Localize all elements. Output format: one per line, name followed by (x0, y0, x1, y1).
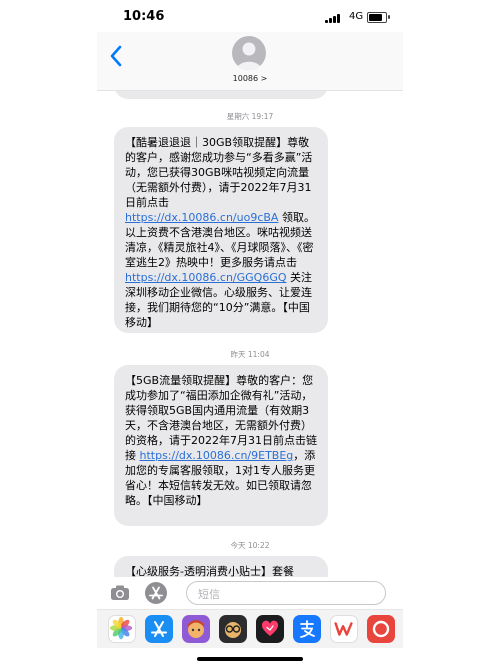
contact-name[interactable]: 10086 > (97, 74, 403, 83)
message-bubble[interactable]: 【5GB流量领取提醒】尊敬的客户：您成功参加了“福田添加企微有礼”活动，获得领取… (114, 365, 328, 526)
message-link[interactable]: https://dx.10086.cn/GGQ6GQ (125, 271, 287, 284)
network-type: 4G (349, 11, 364, 22)
timestamp: 昨天 11:04 (230, 350, 270, 359)
previous-message-bubble[interactable] (114, 91, 328, 99)
message-bubble[interactable]: 【酷暑退退退｜30GB领取提醒】尊敬的客户，感谢您成功参与“多看多赢”活动，您已… (114, 127, 328, 333)
battery-icon (367, 12, 387, 23)
message-link[interactable]: https://dx.10086.cn/9ETBEg (140, 449, 294, 462)
message-bubble[interactable]: 【心级服务-透明消费小贴士】套餐 (114, 556, 328, 577)
alipay-icon[interactable] (293, 615, 321, 643)
status-bar: 10:46 4G (97, 0, 403, 32)
message-input-placeholder: 短信 (198, 588, 220, 601)
signal-icon (325, 13, 343, 23)
app-store-icon[interactable] (145, 615, 173, 643)
photos-icon[interactable] (108, 615, 136, 643)
conversation-header: 10086 > (97, 32, 403, 91)
contact-avatar-icon[interactable] (232, 36, 266, 70)
message-input[interactable]: 短信 (186, 581, 386, 605)
back-chevron-icon[interactable] (107, 44, 127, 68)
imessage-app-drawer (97, 609, 403, 648)
home-indicator (197, 657, 303, 661)
memoji-icon[interactable] (182, 615, 210, 643)
app-store-button-icon[interactable] (145, 582, 167, 604)
message-text: 【酷暑退退退｜30GB领取提醒】尊敬的客户，感谢您成功参与“多看多赢”活动，您已… (125, 136, 313, 209)
messages-screen: 10:46 4G 10086 > 星期六 19:17 【酷暑退退退｜30GB领取… (97, 0, 403, 667)
message-link[interactable]: https://dx.10086.cn/uo9cBA (125, 211, 278, 224)
camera-icon[interactable] (110, 584, 130, 601)
battery-level (369, 14, 382, 21)
status-time: 10:46 (123, 9, 165, 24)
message-text: 【心级服务-透明消费小贴士】套餐 (125, 565, 294, 577)
red-app-icon[interactable] (367, 615, 395, 643)
timestamp: 星期六 19:17 (226, 112, 274, 121)
timestamp: 今天 10:22 (230, 541, 270, 550)
battery-cap (388, 15, 390, 19)
message-composer: 短信 (97, 577, 403, 609)
digital-touch-icon[interactable] (256, 615, 284, 643)
wps-icon[interactable] (330, 615, 358, 643)
memoji-glasses-icon[interactable] (219, 615, 247, 643)
message-list[interactable]: 星期六 19:17 【酷暑退退退｜30GB领取提醒】尊敬的客户，感谢您成功参与“… (97, 91, 403, 577)
